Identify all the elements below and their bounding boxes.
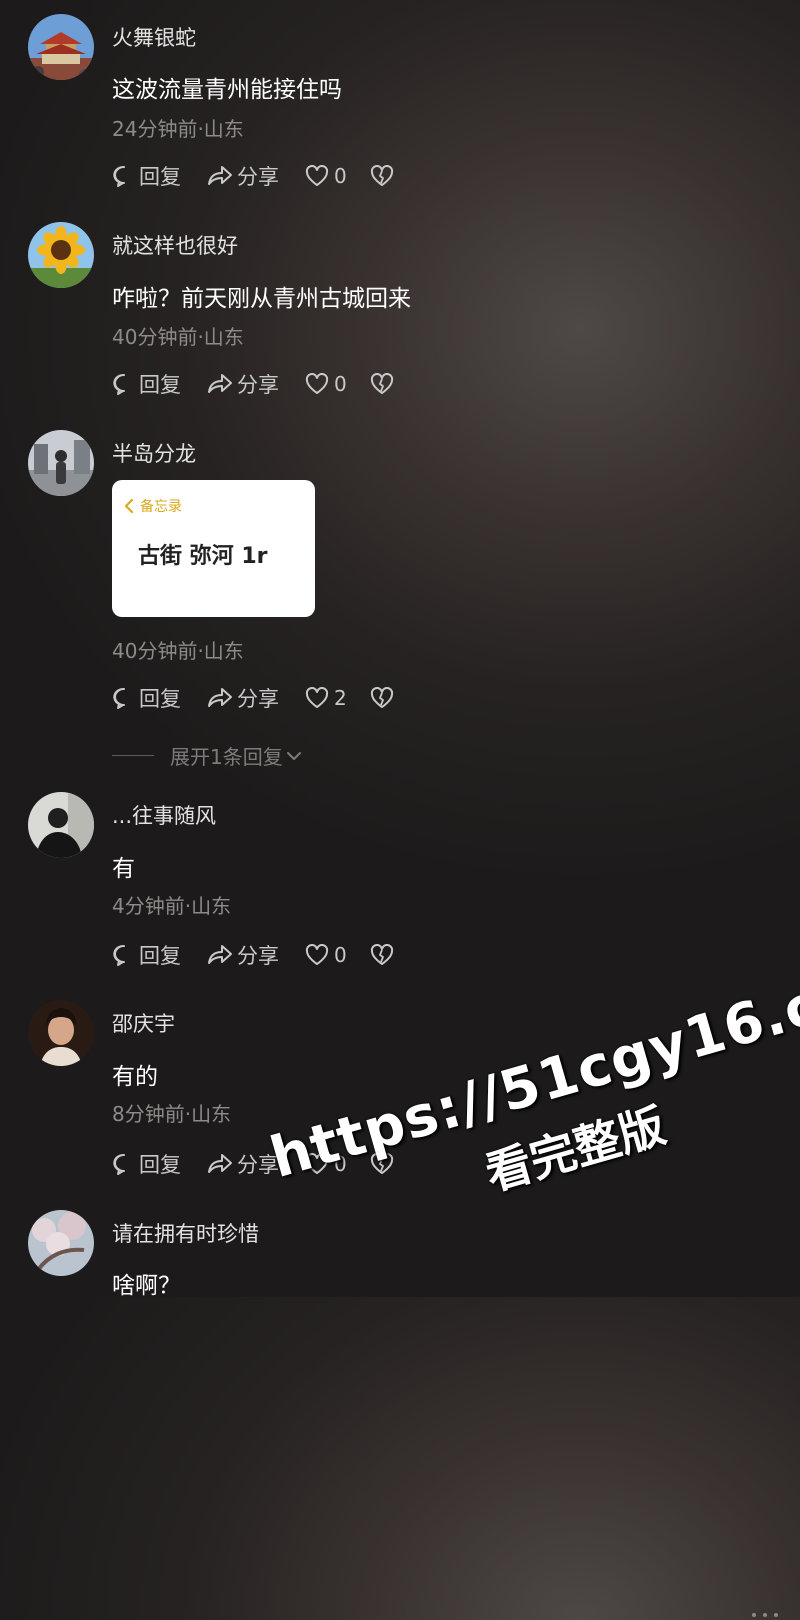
broken-heart-icon — [370, 687, 394, 708]
comment-text: 有的 — [112, 1064, 158, 1090]
chevron-down-icon — [286, 751, 301, 760]
comment-actions: 回复 分享 0 — [112, 161, 412, 191]
comment-text: 咋啦？前天刚从青州古城回来 — [112, 286, 411, 312]
avatar[interactable] — [28, 1000, 94, 1066]
avatar[interactable] — [28, 792, 94, 858]
reply-label: 回复 — [139, 1153, 181, 1177]
share-button[interactable]: 分享 — [206, 683, 279, 713]
like-button[interactable]: 0 — [305, 369, 347, 399]
comment-actions: 回复 分享 0 — [112, 369, 412, 399]
broken-heart-icon — [370, 373, 394, 394]
dislike-button[interactable] — [370, 369, 394, 399]
avatar[interactable] — [28, 222, 94, 288]
share-button[interactable]: 分享 — [206, 161, 279, 191]
username[interactable]: 邵庆宇 — [112, 1008, 175, 1038]
memo-body: 古街 弥河 1r — [138, 544, 268, 569]
heart-icon — [305, 687, 329, 708]
reply-button[interactable]: 回复 — [112, 369, 181, 399]
reply-icon — [113, 687, 125, 709]
like-button[interactable]: 0 — [305, 161, 347, 191]
reply-button[interactable]: 回复 — [112, 161, 181, 191]
share-button[interactable]: 分享 — [206, 940, 279, 970]
heart-icon — [305, 373, 329, 394]
dislike-button[interactable] — [370, 940, 394, 970]
share-label: 分享 — [237, 687, 279, 711]
reply-button[interactable]: 回复 — [112, 940, 181, 970]
reply-icon — [113, 165, 125, 187]
avatar-sunflower-image — [28, 222, 94, 288]
like-button[interactable]: 2 — [305, 683, 347, 713]
username[interactable]: 请在拥有时珍惜 — [112, 1218, 259, 1248]
share-button[interactable]: 分享 — [206, 369, 279, 399]
reply-icon — [113, 944, 125, 966]
comment-meta: 40分钟前·山东 — [112, 325, 244, 349]
avatar[interactable] — [28, 1210, 94, 1276]
reply-icon — [113, 1153, 125, 1175]
share-icon — [208, 688, 232, 707]
comment-text: 有 — [112, 856, 135, 882]
heart-icon — [305, 165, 329, 186]
avatar-street-image — [28, 430, 94, 496]
username[interactable]: 半岛分龙 — [112, 438, 196, 468]
share-icon — [208, 166, 232, 185]
avatar-portrait-image — [28, 1000, 94, 1066]
more-options-icon[interactable] — [752, 1610, 778, 1620]
share-icon — [208, 945, 232, 964]
avatar-pagoda-image — [28, 14, 94, 80]
broken-heart-icon — [370, 944, 394, 965]
comment-meta: 4分钟前·山东 — [112, 894, 232, 918]
like-button[interactable]: 0 — [305, 940, 347, 970]
reply-button[interactable]: 回复 — [112, 683, 181, 713]
comment-meta: 8分钟前·山东 — [112, 1102, 232, 1126]
username[interactable]: ...往事随风 — [112, 800, 216, 830]
reply-label: 回复 — [139, 373, 181, 397]
share-label: 分享 — [237, 165, 279, 189]
avatar[interactable] — [28, 430, 94, 496]
memo-back: 备忘录 — [124, 496, 182, 516]
like-count: 0 — [334, 372, 347, 396]
expand-replies-label: 展开1条回复 — [170, 745, 283, 769]
chevron-left-icon — [124, 498, 134, 514]
reply-label: 回复 — [139, 687, 181, 711]
comment-meta: 24分钟前·山东 — [112, 117, 244, 141]
avatar-blossom-image — [28, 1210, 94, 1276]
dislike-button[interactable] — [370, 683, 394, 713]
like-count: 2 — [334, 686, 347, 710]
comment-meta: 40分钟前·山东 — [112, 639, 244, 663]
comment-actions: 回复 分享 0 — [112, 940, 412, 970]
memo-back-label: 备忘录 — [140, 499, 182, 515]
broken-heart-icon — [370, 165, 394, 186]
share-icon — [208, 1154, 232, 1173]
avatar[interactable] — [28, 14, 94, 80]
dislike-button[interactable] — [370, 161, 394, 191]
reply-button[interactable]: 回复 — [112, 1149, 181, 1179]
avatar-person-image — [28, 792, 94, 858]
reply-label: 回复 — [139, 165, 181, 189]
comment-actions: 回复 分享 2 — [112, 683, 412, 713]
expand-divider — [112, 755, 154, 756]
comment-text: 这波流量青州能接住吗 — [112, 77, 342, 103]
heart-icon — [305, 944, 329, 965]
username[interactable]: 就这样也很好 — [112, 230, 238, 260]
comment-text: 啥啊？ — [112, 1273, 181, 1299]
reply-icon — [113, 373, 125, 395]
share-icon — [208, 374, 232, 393]
like-count: 0 — [334, 164, 347, 188]
reply-label: 回复 — [139, 944, 181, 968]
like-count: 0 — [334, 943, 347, 967]
comment-image-card[interactable]: 备忘录 古街 弥河 1r — [112, 480, 315, 617]
share-label: 分享 — [237, 373, 279, 397]
expand-replies-button[interactable]: 展开1条回复 — [112, 741, 302, 770]
share-label: 分享 — [237, 944, 279, 968]
watermark: https://51cgy16.com 看完整版 — [251, 945, 800, 1250]
username[interactable]: 火舞银蛇 — [112, 22, 196, 52]
